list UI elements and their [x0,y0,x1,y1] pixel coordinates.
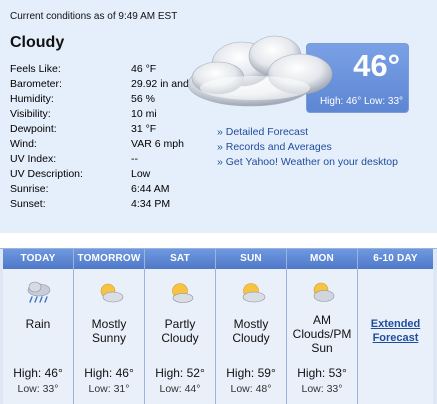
desktop-weather-link[interactable]: » Get Yahoo! Weather on your desktop [217,155,398,170]
detail-label: Humidity: [10,93,54,105]
detail-label: Sunrise: [10,183,49,195]
detail-row: Sunrise: 6:44 AM [10,182,217,197]
detail-row: Sunset: 4:34 PM [10,197,217,212]
detail-row: Dewpoint: 31 °F [10,122,217,137]
detail-label: UV Description: [10,168,83,180]
detail-value: 56 % [131,93,155,105]
forecast-description: Mostly Cloudy [216,317,286,345]
desc-line: Rain [25,317,51,331]
current-conditions-panel: Current conditions as of 9:49 AM EST Clo… [0,0,437,233]
detail-row: Wind: VAR 6 mph [10,137,217,152]
forecast-table: TODAY Rain High: 46° Low: 33° TOMORROW M… [0,248,437,404]
forecast-day: TODAY Rain High: 46° Low: 33° [3,249,74,404]
forecast-day: MON AM Clouds/PM Sun High: 53° Low: 33° [287,249,358,404]
condition-title: Cloudy [10,34,65,51]
links-list: » Detailed Forecast » Records and Averag… [217,125,398,170]
day-header: SAT [145,249,215,269]
detail-value: 6:44 AM [131,183,170,195]
forecast-description: AM Clouds/PM Sun [287,313,357,355]
day-header: MON [287,249,357,269]
detailed-forecast-link[interactable]: » Detailed Forecast [217,125,398,140]
cloud-icon [187,35,333,107]
detail-label: Sunset: [10,198,46,210]
day-header: TOMORROW [74,249,144,269]
extended-forecast-link[interactable]: Extended Forecast [358,317,433,345]
desc-line: AM [313,313,331,327]
link-line[interactable]: Extended [358,317,433,331]
forecast-description: Mostly Sunny [74,317,144,345]
desc-line: Sun [311,341,333,355]
day-header: TODAY [3,249,73,269]
as-of-text: Current conditions as of 9:49 AM EST [10,11,178,22]
rain-cloud-icon [27,281,51,303]
forecast-low: Low: 44° [159,383,201,395]
forecast-low: Low: 33° [301,383,343,395]
sun-cloud-icon [242,283,266,303]
forecast-low: Low: 48° [230,383,272,395]
detail-value: 46 °F [131,63,157,75]
forecast-day: SUN Mostly Cloudy High: 59° Low: 48° [216,249,287,404]
desc-line: Sunny [91,331,127,345]
detail-value: -- [131,153,138,165]
sun-cloud-icon [172,283,194,303]
detail-label: Dewpoint: [10,123,57,135]
desc-line: Cloudy [232,331,270,345]
forecast-high: High: 46° [13,366,63,380]
sun-cloud-icon [100,283,124,303]
desc-line: Mostly [233,317,269,331]
records-averages-link[interactable]: » Records and Averages [217,140,398,155]
current-temperature: 46° [353,48,400,83]
forecast-low: Low: 31° [88,383,130,395]
desc-line: Mostly [91,317,127,331]
link-line[interactable]: Forecast [358,331,433,345]
detail-value: VAR 6 mph [131,138,184,150]
detail-label: Feels Like: [10,63,61,75]
forecast-high: High: 59° [226,366,276,380]
detail-value: 10 mi [131,108,157,120]
detail-value: Low [131,168,151,180]
detail-value: 4:34 PM [131,198,171,210]
forecast-low: Low: 33° [17,383,59,395]
detail-label: Wind: [10,138,37,150]
detail-row: UV Index: -- [10,152,217,167]
extended-forecast-column: 6-10 DAY Extended Forecast [358,249,433,404]
sun-cloud-icon [313,282,335,302]
desc-line: Cloudy [161,331,199,345]
forecast-description: Rain [3,317,73,331]
forecast-high: High: 52° [155,366,205,380]
desc-line: Clouds/PM [292,327,352,341]
detail-value: 31 °F [131,123,157,135]
forecast-high: High: 53° [297,366,347,380]
day-header: SUN [216,249,286,269]
forecast-day: SAT Partly Cloudy High: 52° Low: 44° [145,249,216,404]
desc-line: Partly [164,317,196,331]
detail-label: UV Index: [10,153,57,165]
detail-label: Barometer: [10,78,62,90]
day-header: 6-10 DAY [358,249,433,269]
forecast-high: High: 46° [84,366,134,380]
detail-row: UV Description: Low [10,167,217,182]
forecast-day: TOMORROW Mostly Sunny High: 46° Low: 31° [74,249,145,404]
forecast-description: Partly Cloudy [145,317,215,345]
detail-label: Visibility: [10,108,51,120]
